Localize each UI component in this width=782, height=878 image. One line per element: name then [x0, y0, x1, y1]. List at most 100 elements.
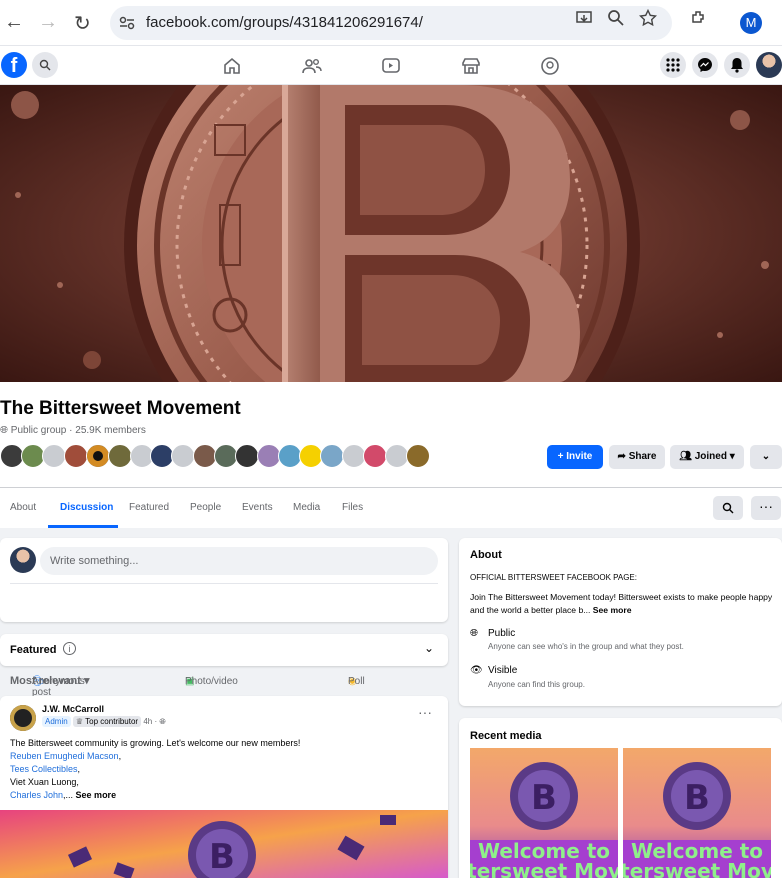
write-something-input[interactable]: Write something... [40, 547, 438, 575]
friends-icon[interactable] [301, 55, 323, 77]
home-icon[interactable] [221, 55, 243, 77]
post-author-avatar[interactable] [10, 705, 36, 731]
svg-text:B: B [531, 778, 557, 818]
tab-about[interactable]: About [10, 502, 36, 513]
site-settings-icon[interactable] [118, 14, 136, 32]
recent-media-title: Recent media [470, 730, 542, 742]
award-icon: ♕ [75, 717, 86, 726]
joined-label: Joined [694, 451, 727, 462]
about-tagline: OFFICIAL BITTERSWEET FACEBOOK PAGE: [470, 573, 637, 582]
member-avatar[interactable] [171, 444, 195, 468]
bookmark-star-icon[interactable] [639, 9, 657, 27]
notifications-button[interactable] [724, 52, 750, 78]
svg-text:B: B [209, 837, 235, 877]
reload-icon[interactable]: ↻ [74, 11, 91, 36]
member-avatar[interactable] [406, 444, 430, 468]
chevron-down-icon: ⌄ [761, 451, 771, 462]
group-privacy-members[interactable]: Public group · 25.9K members [11, 425, 146, 436]
post-image[interactable]: B [0, 810, 448, 878]
invite-button[interactable]: + Invite [547, 445, 603, 469]
top-contributor-label: Top contributor [85, 717, 139, 726]
marketplace-icon[interactable] [460, 55, 482, 77]
messenger-button[interactable] [692, 52, 718, 78]
cover-photo [0, 85, 782, 382]
search-button[interactable] [32, 52, 58, 78]
poll-label: Poll [348, 676, 365, 687]
extensions-icon[interactable] [690, 9, 708, 27]
search-icon [722, 502, 734, 514]
browser-profile-avatar[interactable]: M [740, 12, 762, 34]
about-see-more-link[interactable]: See more [593, 605, 632, 615]
mention-link[interactable]: Tees Collectibles [10, 764, 78, 774]
top-contributor-badge: ♕ Top contributor [72, 716, 142, 727]
group-more-button[interactable]: ··· [751, 496, 781, 520]
member-avatar[interactable] [363, 444, 387, 468]
member-avatar[interactable] [108, 444, 132, 468]
media-thumbnail-image: B Welcome to tersweet Mov [470, 748, 618, 878]
tab-files[interactable]: Files [342, 502, 363, 513]
more-options-button[interactable]: ⌄ [750, 445, 782, 469]
back-icon[interactable]: ← [4, 11, 24, 34]
member-avatar[interactable] [235, 444, 259, 468]
members-icon: 👥︎ [679, 451, 695, 462]
ellipsis-icon: ··· [759, 498, 773, 514]
joined-button[interactable]: 👥︎ Joined ▾ [670, 445, 744, 469]
post-options-icon[interactable]: ··· [418, 704, 432, 720]
info-icon[interactable]: i [63, 642, 76, 655]
mention-link[interactable]: Charles John [10, 790, 63, 800]
forward-icon[interactable]: → [38, 11, 58, 34]
mention-link[interactable]: Reuben Emughedi Macson [10, 751, 119, 761]
member-avatar[interactable] [64, 444, 88, 468]
zoom-icon[interactable] [607, 9, 625, 27]
visible-title: Visible [488, 665, 518, 676]
search-icon [39, 59, 51, 71]
visible-desc: Anyone can find this group. [488, 680, 585, 689]
gaming-icon[interactable] [539, 55, 561, 77]
post-meta: Admin ♕ Top contributor 4h · 🌐︎ [42, 716, 166, 727]
group-tabs: About Discussion Featured People Events … [0, 488, 782, 528]
tab-people[interactable]: People [190, 502, 221, 513]
featured-title: Featured [10, 644, 57, 656]
member-avatar[interactable] [320, 444, 344, 468]
featured-section[interactable]: Featured i ⌄ [0, 634, 448, 666]
mention-text: Viet Xuan Luong, [10, 777, 79, 787]
member-avatar[interactable] [42, 444, 66, 468]
grid-menu-icon [666, 58, 680, 72]
media-thumbnail[interactable]: B Welcome to tersweet Mov [623, 748, 771, 878]
plus-icon: + [557, 451, 567, 462]
facebook-logo-icon[interactable]: f [1, 52, 27, 78]
bitcoin-b-coin-image [0, 85, 782, 382]
tab-events[interactable]: Events [242, 502, 273, 513]
post-mentions: Reuben Emughedi Macson, Tees Collectible… [10, 751, 122, 800]
tab-featured[interactable]: Featured [129, 502, 169, 513]
member-avatar[interactable] [86, 444, 110, 468]
about-title: About [470, 549, 502, 561]
post-time[interactable]: 4h · [143, 717, 157, 726]
account-avatar[interactable] [756, 52, 782, 78]
about-description: Join The Bittersweet Movement today! Bit… [470, 591, 775, 617]
facebook-navbar: f [0, 47, 782, 85]
sort-dropdown[interactable]: Most relevant ▾ [10, 674, 90, 687]
post-author-name[interactable]: J.W. McCarroll [42, 704, 104, 714]
tab-discussion[interactable]: Discussion [60, 502, 113, 513]
menu-button[interactable] [660, 52, 686, 78]
public-title: Public [488, 628, 516, 639]
share-button[interactable]: ➦ Share [609, 445, 665, 469]
caret-down-icon: ▾ [726, 451, 735, 462]
url-text: facebook.com/groups/431841206291674/ [146, 14, 423, 31]
divider [10, 583, 438, 584]
group-name[interactable]: The Bittersweet Movement [0, 398, 241, 420]
video-icon[interactable] [380, 55, 402, 77]
tab-media[interactable]: Media [293, 502, 320, 513]
svg-text:B: B [684, 778, 710, 818]
chevron-down-icon[interactable]: ⌄ [424, 641, 434, 655]
group-search-button[interactable] [713, 496, 743, 520]
caret-down-icon: ▾ [80, 675, 90, 687]
user-avatar [10, 547, 36, 573]
thumb-caption: tersweet Mov [623, 859, 771, 878]
invite-label: Invite [566, 451, 593, 462]
see-more-link[interactable]: See more [76, 790, 117, 800]
install-app-icon[interactable] [575, 9, 593, 27]
media-thumbnail[interactable]: B Welcome to tersweet Mov [470, 748, 618, 878]
share-arrow-icon: ➦ [617, 451, 629, 462]
